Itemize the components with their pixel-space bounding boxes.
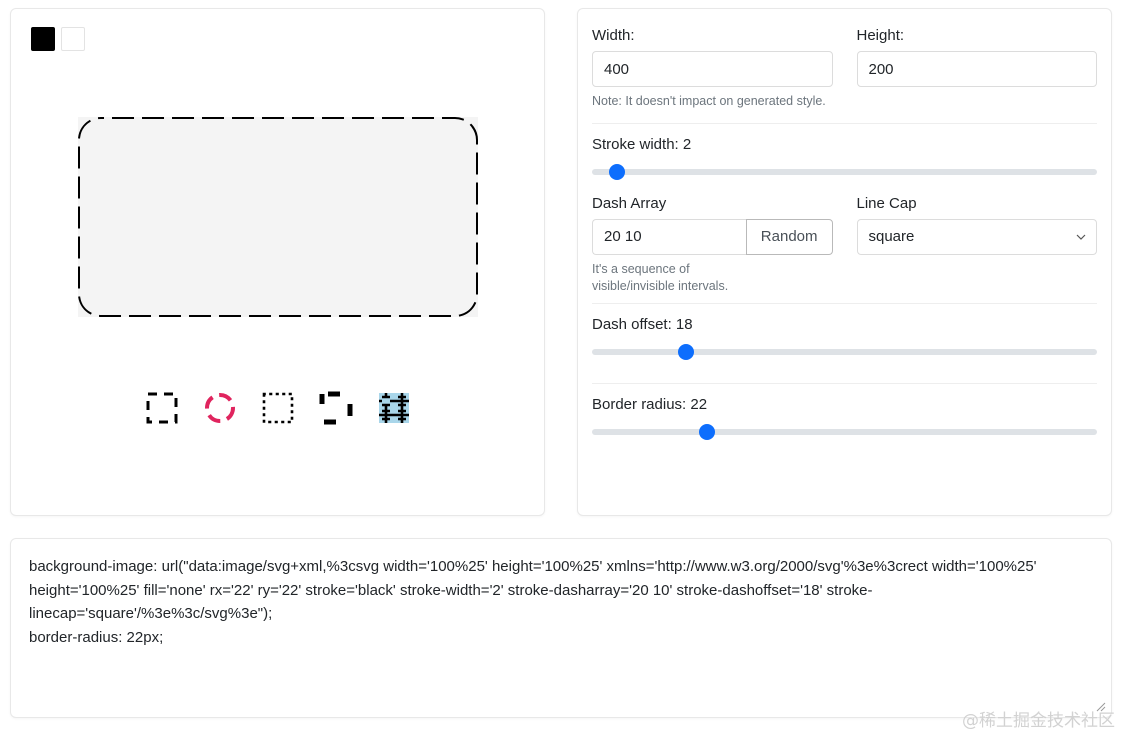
stroke-color-black-swatch[interactable] xyxy=(31,27,55,51)
height-field-group: Height: xyxy=(856,27,1097,87)
preview-panel xyxy=(10,8,545,516)
dash-offset-slider[interactable] xyxy=(592,343,1097,361)
dash-line-row: Dash Array Random It's a sequence of vis… xyxy=(592,195,1097,295)
stroke-color-white-swatch[interactable] xyxy=(61,27,85,51)
size-note: Note: It doesn't impact on generated sty… xyxy=(592,94,826,108)
controls-panel: Width: Height: Note: It doesn't impact o… xyxy=(577,8,1112,516)
border-radius-slider[interactable] xyxy=(592,423,1097,441)
stroke-width-slider-track xyxy=(592,168,1097,175)
border-radius-label: Border radius: 22 xyxy=(592,395,708,413)
width-field-group: Width: xyxy=(592,27,833,87)
dash-offset-slider-thumb[interactable] xyxy=(677,343,694,360)
line-cap-field-group: Line Cap square xyxy=(856,194,1097,295)
line-cap-value: square xyxy=(868,228,915,246)
dashed-square-preset[interactable] xyxy=(145,391,179,425)
border-radius-slider-track xyxy=(592,428,1097,435)
stroke-width-label: Stroke width: 2 xyxy=(592,135,692,153)
dash-array-input[interactable] xyxy=(592,218,746,255)
corner-bracket-preset[interactable] xyxy=(319,391,353,425)
divider-2 xyxy=(592,302,1097,304)
size-fields-row: Width: Height: xyxy=(592,27,1097,87)
preview-border-svg xyxy=(77,117,478,317)
divider-1 xyxy=(592,122,1097,124)
stroke-width-slider[interactable] xyxy=(592,163,1097,181)
dashed-circle-preset[interactable] xyxy=(203,391,237,425)
width-label: Width: xyxy=(592,27,635,44)
border-preview-box[interactable] xyxy=(77,117,478,317)
stroke-width-slider-thumb[interactable] xyxy=(609,163,626,180)
dash-offset-label: Dash offset: 18 xyxy=(592,315,693,333)
line-cap-label: Line Cap xyxy=(856,194,917,212)
output-panel: background-image: url("data:image/svg+xm… xyxy=(10,538,1112,718)
dash-array-label: Dash Array xyxy=(592,194,667,212)
dash-offset-slider-track xyxy=(592,348,1097,355)
border-radius-slider-thumb[interactable] xyxy=(699,423,716,440)
color-swatches xyxy=(31,27,524,51)
dash-array-field-group: Dash Array Random It's a sequence of vis… xyxy=(592,195,833,295)
site-watermark: @稀土掘金技术社区 xyxy=(962,711,1115,731)
line-cap-select[interactable]: square xyxy=(856,218,1097,255)
app-root: Width: Height: Note: It doesn't impact o… xyxy=(0,0,1123,735)
generated-css-code[interactable]: background-image: url("data:image/svg+xm… xyxy=(29,555,1093,649)
preset-icons-row xyxy=(11,391,544,425)
height-input[interactable] xyxy=(856,51,1097,87)
divider-3 xyxy=(592,382,1097,384)
top-panels: Width: Height: Note: It doesn't impact o… xyxy=(10,8,1113,516)
grid-tile-preset[interactable] xyxy=(377,391,411,425)
preview-area xyxy=(11,117,544,317)
dash-array-helper: It's a sequence of visible/invisible int… xyxy=(592,261,729,293)
width-input[interactable] xyxy=(592,51,833,87)
line-cap-select-wrap: square xyxy=(856,218,1097,255)
dotted-square-preset[interactable] xyxy=(261,391,295,425)
dash-array-input-group: Random xyxy=(592,218,833,255)
random-dash-button[interactable]: Random xyxy=(745,218,833,255)
height-label: Height: xyxy=(856,27,905,44)
